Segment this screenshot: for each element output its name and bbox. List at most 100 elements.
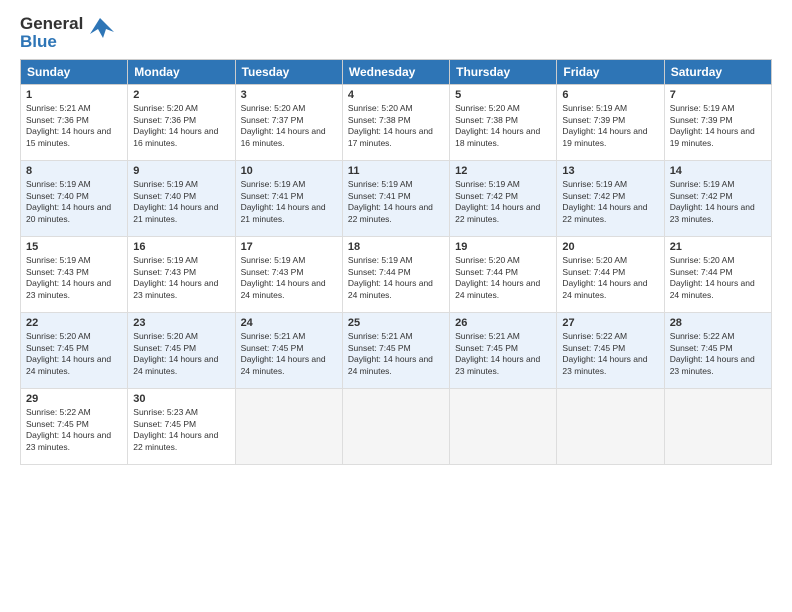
calendar-cell: 6 Sunrise: 5:19 AM Sunset: 7:39 PM Dayli… [557,84,664,160]
calendar-cell [557,388,664,464]
day-number: 17 [241,241,337,253]
day-info: Sunrise: 5:19 AM Sunset: 7:39 PM Dayligh… [562,103,658,151]
day-number: 15 [26,241,122,253]
calendar-cell: 8 Sunrise: 5:19 AM Sunset: 7:40 PM Dayli… [21,160,128,236]
day-info: Sunrise: 5:20 AM Sunset: 7:44 PM Dayligh… [455,255,551,303]
logo-blue-text: Blue [20,33,83,51]
calendar-cell: 2 Sunrise: 5:20 AM Sunset: 7:36 PM Dayli… [128,84,235,160]
day-number: 3 [241,89,337,101]
day-number: 30 [133,393,229,405]
day-number: 2 [133,89,229,101]
day-number: 5 [455,89,551,101]
day-info: Sunrise: 5:20 AM Sunset: 7:45 PM Dayligh… [26,331,122,379]
day-number: 24 [241,317,337,329]
calendar-cell [342,388,449,464]
calendar-cell: 4 Sunrise: 5:20 AM Sunset: 7:38 PM Dayli… [342,84,449,160]
header: General Blue [20,15,772,51]
week-row-2: 8 Sunrise: 5:19 AM Sunset: 7:40 PM Dayli… [21,160,772,236]
day-info: Sunrise: 5:19 AM Sunset: 7:40 PM Dayligh… [26,179,122,227]
day-number: 13 [562,165,658,177]
day-info: Sunrise: 5:22 AM Sunset: 7:45 PM Dayligh… [670,331,766,379]
day-info: Sunrise: 5:20 AM Sunset: 7:37 PM Dayligh… [241,103,337,151]
col-thursday: Thursday [450,59,557,84]
day-info: Sunrise: 5:21 AM Sunset: 7:45 PM Dayligh… [455,331,551,379]
calendar-cell: 18 Sunrise: 5:19 AM Sunset: 7:44 PM Dayl… [342,236,449,312]
calendar-cell: 14 Sunrise: 5:19 AM Sunset: 7:42 PM Dayl… [664,160,771,236]
day-info: Sunrise: 5:21 AM Sunset: 7:45 PM Dayligh… [348,331,444,379]
col-tuesday: Tuesday [235,59,342,84]
calendar-cell: 10 Sunrise: 5:19 AM Sunset: 7:41 PM Dayl… [235,160,342,236]
day-info: Sunrise: 5:19 AM Sunset: 7:39 PM Dayligh… [670,103,766,151]
week-row-4: 22 Sunrise: 5:20 AM Sunset: 7:45 PM Dayl… [21,312,772,388]
logo-bird-icon [86,16,114,44]
header-row: Sunday Monday Tuesday Wednesday Thursday… [21,59,772,84]
day-info: Sunrise: 5:19 AM Sunset: 7:42 PM Dayligh… [670,179,766,227]
calendar-cell: 19 Sunrise: 5:20 AM Sunset: 7:44 PM Dayl… [450,236,557,312]
calendar: Sunday Monday Tuesday Wednesday Thursday… [20,59,772,465]
day-number: 12 [455,165,551,177]
day-number: 1 [26,89,122,101]
page: General Blue Sunday Monday Tuesday Wedne… [0,0,792,612]
logo-row: General Blue [20,15,114,51]
week-row-1: 1 Sunrise: 5:21 AM Sunset: 7:36 PM Dayli… [21,84,772,160]
day-info: Sunrise: 5:23 AM Sunset: 7:45 PM Dayligh… [133,407,229,455]
calendar-cell: 17 Sunrise: 5:19 AM Sunset: 7:43 PM Dayl… [235,236,342,312]
col-wednesday: Wednesday [342,59,449,84]
week-row-5: 29 Sunrise: 5:22 AM Sunset: 7:45 PM Dayl… [21,388,772,464]
col-friday: Friday [557,59,664,84]
calendar-cell [664,388,771,464]
calendar-cell: 28 Sunrise: 5:22 AM Sunset: 7:45 PM Dayl… [664,312,771,388]
col-sunday: Sunday [21,59,128,84]
calendar-cell [450,388,557,464]
day-number: 22 [26,317,122,329]
calendar-cell: 13 Sunrise: 5:19 AM Sunset: 7:42 PM Dayl… [557,160,664,236]
calendar-cell: 1 Sunrise: 5:21 AM Sunset: 7:36 PM Dayli… [21,84,128,160]
calendar-cell: 16 Sunrise: 5:19 AM Sunset: 7:43 PM Dayl… [128,236,235,312]
calendar-cell: 20 Sunrise: 5:20 AM Sunset: 7:44 PM Dayl… [557,236,664,312]
calendar-cell: 22 Sunrise: 5:20 AM Sunset: 7:45 PM Dayl… [21,312,128,388]
calendar-cell [235,388,342,464]
calendar-cell: 5 Sunrise: 5:20 AM Sunset: 7:38 PM Dayli… [450,84,557,160]
day-info: Sunrise: 5:19 AM Sunset: 7:42 PM Dayligh… [562,179,658,227]
day-number: 14 [670,165,766,177]
day-number: 29 [26,393,122,405]
day-info: Sunrise: 5:22 AM Sunset: 7:45 PM Dayligh… [26,407,122,455]
calendar-cell: 7 Sunrise: 5:19 AM Sunset: 7:39 PM Dayli… [664,84,771,160]
day-number: 21 [670,241,766,253]
col-monday: Monday [128,59,235,84]
calendar-cell: 24 Sunrise: 5:21 AM Sunset: 7:45 PM Dayl… [235,312,342,388]
calendar-cell: 9 Sunrise: 5:19 AM Sunset: 7:40 PM Dayli… [128,160,235,236]
day-info: Sunrise: 5:20 AM Sunset: 7:44 PM Dayligh… [562,255,658,303]
day-number: 11 [348,165,444,177]
day-number: 8 [26,165,122,177]
day-number: 25 [348,317,444,329]
day-number: 27 [562,317,658,329]
calendar-cell: 23 Sunrise: 5:20 AM Sunset: 7:45 PM Dayl… [128,312,235,388]
calendar-cell: 3 Sunrise: 5:20 AM Sunset: 7:37 PM Dayli… [235,84,342,160]
day-number: 10 [241,165,337,177]
day-info: Sunrise: 5:20 AM Sunset: 7:45 PM Dayligh… [133,331,229,379]
day-number: 18 [348,241,444,253]
day-number: 9 [133,165,229,177]
logo-general-text: General [20,15,83,33]
day-info: Sunrise: 5:20 AM Sunset: 7:36 PM Dayligh… [133,103,229,151]
day-number: 16 [133,241,229,253]
calendar-cell: 30 Sunrise: 5:23 AM Sunset: 7:45 PM Dayl… [128,388,235,464]
week-row-3: 15 Sunrise: 5:19 AM Sunset: 7:43 PM Dayl… [21,236,772,312]
day-number: 4 [348,89,444,101]
day-info: Sunrise: 5:19 AM Sunset: 7:43 PM Dayligh… [241,255,337,303]
logo: General Blue [20,15,114,51]
day-info: Sunrise: 5:21 AM Sunset: 7:36 PM Dayligh… [26,103,122,151]
day-number: 20 [562,241,658,253]
day-info: Sunrise: 5:19 AM Sunset: 7:43 PM Dayligh… [133,255,229,303]
day-info: Sunrise: 5:20 AM Sunset: 7:44 PM Dayligh… [670,255,766,303]
day-info: Sunrise: 5:19 AM Sunset: 7:41 PM Dayligh… [348,179,444,227]
day-number: 6 [562,89,658,101]
day-info: Sunrise: 5:21 AM Sunset: 7:45 PM Dayligh… [241,331,337,379]
calendar-cell: 26 Sunrise: 5:21 AM Sunset: 7:45 PM Dayl… [450,312,557,388]
day-number: 26 [455,317,551,329]
day-info: Sunrise: 5:20 AM Sunset: 7:38 PM Dayligh… [455,103,551,151]
calendar-cell: 15 Sunrise: 5:19 AM Sunset: 7:43 PM Dayl… [21,236,128,312]
day-info: Sunrise: 5:19 AM Sunset: 7:42 PM Dayligh… [455,179,551,227]
day-info: Sunrise: 5:19 AM Sunset: 7:41 PM Dayligh… [241,179,337,227]
